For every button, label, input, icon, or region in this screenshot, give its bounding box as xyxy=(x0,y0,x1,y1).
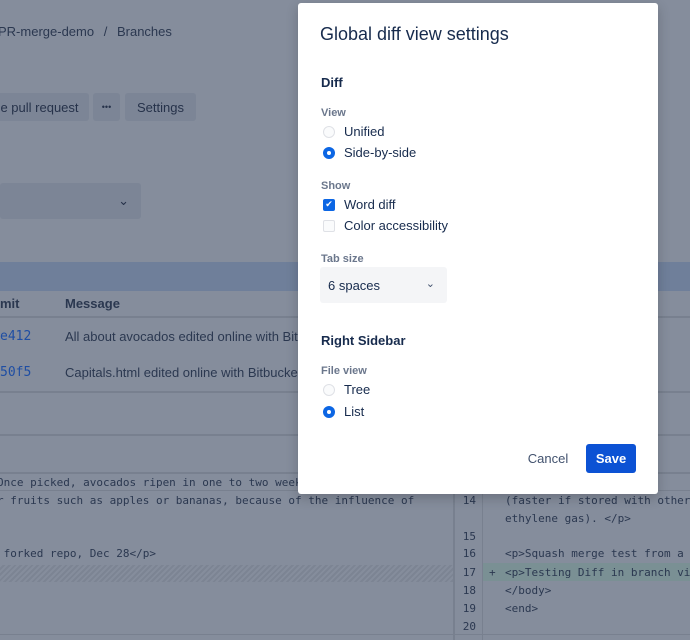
chevron-down-icon: ⌄ xyxy=(118,193,129,208)
divider xyxy=(0,634,690,635)
file-view-label: File view xyxy=(321,365,367,377)
diff-left-line: r fruits such as apples or bananas, beca… xyxy=(0,494,415,507)
radio-side-by-side[interactable]: Side-by-side xyxy=(323,145,416,160)
radio-label: List xyxy=(344,404,365,419)
breadcrumb-separator: / xyxy=(103,24,108,39)
radio-list[interactable]: List xyxy=(323,404,364,419)
tab-size-select[interactable]: 6 spaces ⌄ xyxy=(320,267,447,303)
chevron-down-icon: ⌄ xyxy=(425,278,435,290)
line-number: 15 xyxy=(462,530,476,543)
line-number: 17 xyxy=(462,566,476,579)
radio-icon[interactable] xyxy=(323,125,335,138)
checkbox-word-diff[interactable]: ✔ Word diff xyxy=(323,197,396,212)
radio-selected-icon[interactable] xyxy=(323,405,335,418)
cancel-button[interactable]: Cancel xyxy=(518,444,578,473)
diff-section-heading: Diff xyxy=(321,75,343,90)
diff-right-line: ethylene gas). </p> xyxy=(505,512,631,525)
right-sidebar-heading: Right Sidebar xyxy=(321,333,406,348)
checkbox-color-accessibility[interactable]: Color accessibility xyxy=(323,218,448,233)
radio-selected-icon[interactable] xyxy=(323,146,335,159)
diff-right-line: <p>Testing Diff in branch vie xyxy=(505,566,690,579)
global-diff-settings-dialog: Global diff view settings Diff View Unif… xyxy=(298,3,658,494)
radio-label: Tree xyxy=(344,382,371,397)
breadcrumb-branches[interactable]: Branches xyxy=(117,24,172,39)
diff-left-line: forked repo, Dec 28</p> xyxy=(0,547,156,560)
column-header-commit: mit xyxy=(0,296,20,311)
breadcrumb: PR-merge-demo / Branches xyxy=(0,24,172,39)
radio-label: Side-by-side xyxy=(344,145,417,160)
commit-hash-link[interactable]: 50f5 xyxy=(0,365,31,380)
more-actions-button[interactable]: ••• xyxy=(93,93,120,121)
commit-message: Capitals.html edited online with Bitbuck… xyxy=(65,365,298,380)
checkbox-label: Word diff xyxy=(344,197,396,212)
line-number: 18 xyxy=(462,584,476,597)
diff-right-line: <p>Squash merge test from a f xyxy=(505,547,690,560)
save-button[interactable]: Save xyxy=(586,444,636,473)
line-number: 16 xyxy=(462,547,476,560)
diff-split-divider xyxy=(453,490,455,640)
checkbox-label: Color accessibility xyxy=(344,218,449,233)
settings-button[interactable]: Settings xyxy=(125,93,196,121)
view-label: View xyxy=(321,107,346,119)
radio-label: Unified xyxy=(344,124,385,139)
radio-tree[interactable]: Tree xyxy=(323,382,370,397)
create-pull-request-button[interactable]: e pull request xyxy=(0,93,89,121)
diff-right-line: (faster if stored with other xyxy=(505,494,690,507)
commit-hash-link[interactable]: e412 xyxy=(0,329,31,344)
checkbox-icon[interactable] xyxy=(323,219,335,232)
tab-size-value: 6 spaces xyxy=(328,277,381,293)
diff-right-line: </body> xyxy=(505,584,552,597)
commit-message: All about avocados edited online with Bi… xyxy=(65,329,298,344)
radio-unified[interactable]: Unified xyxy=(323,124,384,139)
column-header-message: Message xyxy=(65,296,120,311)
radio-icon[interactable] xyxy=(323,383,335,396)
diff-empty-hatch xyxy=(0,565,453,582)
diff-right-line: <end> xyxy=(505,602,539,615)
line-number: 14 xyxy=(462,494,476,507)
tab-size-label: Tab size xyxy=(321,253,364,265)
line-number: 20 xyxy=(462,620,476,633)
checkbox-checked-icon[interactable]: ✔ xyxy=(323,198,335,211)
diff-marker: + xyxy=(489,566,496,579)
show-label: Show xyxy=(321,180,351,192)
dialog-title: Global diff view settings xyxy=(320,24,509,44)
line-number: 19 xyxy=(462,602,476,615)
breadcrumb-repo[interactable]: PR-merge-demo xyxy=(0,24,94,39)
branch-dropdown[interactable]: ⌄ xyxy=(0,183,141,219)
